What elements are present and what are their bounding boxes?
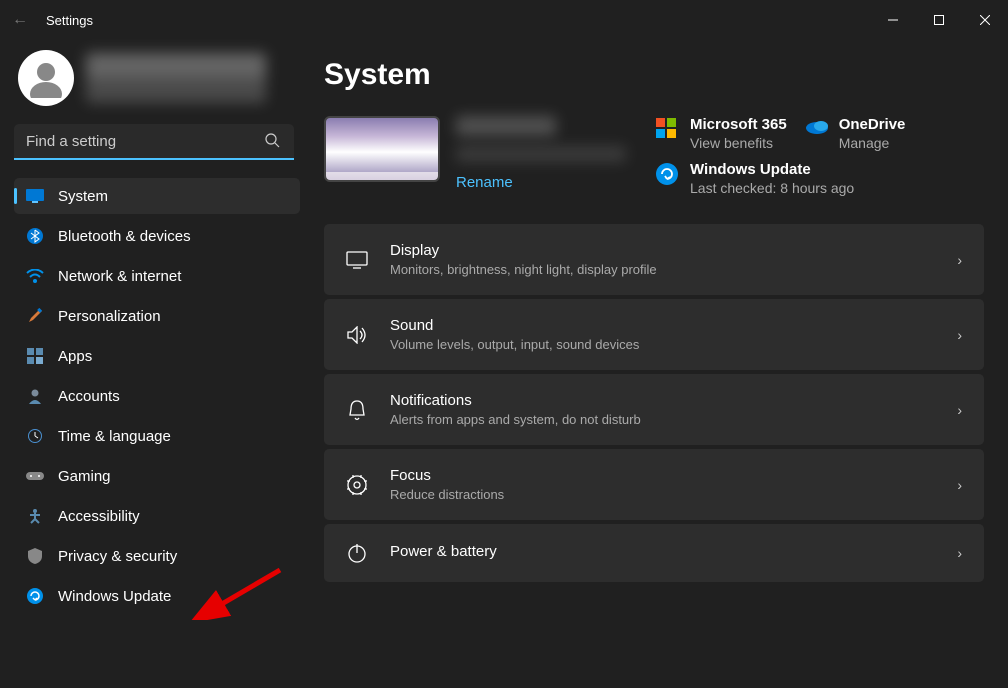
update-icon [656, 163, 678, 185]
setting-title: Notifications [390, 392, 935, 409]
nav-list: System Bluetooth & devices Network & int… [14, 178, 300, 614]
onedrive-icon [805, 118, 827, 140]
nav-item-apps[interactable]: Apps [14, 338, 300, 374]
setting-sub: Reduce distractions [390, 487, 935, 502]
settings-list: Display Monitors, brightness, night light… [324, 224, 984, 582]
card-sub: Last checked: 8 hours ago [690, 180, 854, 196]
card-title: Microsoft 365 [690, 116, 787, 133]
search-icon [265, 133, 280, 148]
sidebar: System Bluetooth & devices Network & int… [0, 40, 310, 688]
main-content: System Rename Microsoft 365 View benefit… [310, 40, 1008, 688]
accounts-icon [26, 387, 44, 405]
setting-title: Power & battery [390, 543, 935, 560]
setting-focus[interactable]: Focus Reduce distractions › [324, 449, 984, 520]
nav-label: Gaming [58, 468, 111, 485]
chevron-right-icon: › [957, 545, 962, 561]
system-icon [26, 187, 44, 205]
nav-label: Bluetooth & devices [58, 228, 191, 245]
info-row: Rename Microsoft 365 View benefits OneDr… [324, 116, 984, 196]
power-icon [346, 542, 368, 564]
nav-item-personalization[interactable]: Personalization [14, 298, 300, 334]
user-profile[interactable] [14, 50, 300, 106]
nav-label: Personalization [58, 308, 161, 325]
card-sub: Manage [839, 135, 906, 151]
nav-item-gaming[interactable]: Gaming [14, 458, 300, 494]
chevron-right-icon: › [957, 477, 962, 493]
device-name-redacted [456, 116, 556, 136]
apps-icon [26, 347, 44, 365]
card-windows-update[interactable]: Windows Update Last checked: 8 hours ago [656, 161, 854, 196]
device-info: Rename [324, 116, 626, 191]
search-input[interactable] [14, 124, 294, 160]
app-title: Settings [46, 13, 93, 28]
maximize-button[interactable] [916, 0, 962, 40]
chevron-right-icon: › [957, 327, 962, 343]
sound-icon [346, 324, 368, 346]
window-controls [870, 0, 1008, 40]
avatar [18, 50, 74, 106]
setting-power[interactable]: Power & battery › [324, 524, 984, 582]
bluetooth-icon [26, 227, 44, 245]
card-title: Windows Update [690, 161, 854, 178]
setting-title: Sound [390, 317, 935, 334]
rename-link[interactable]: Rename [456, 174, 626, 191]
gaming-icon [26, 467, 44, 485]
nav-label: Windows Update [58, 588, 171, 605]
nav-item-bluetooth[interactable]: Bluetooth & devices [14, 218, 300, 254]
nav-item-time-language[interactable]: Time & language [14, 418, 300, 454]
nav-item-network[interactable]: Network & internet [14, 258, 300, 294]
setting-sub: Alerts from apps and system, do not dist… [390, 412, 935, 427]
nav-item-windows-update[interactable]: Windows Update [14, 578, 300, 614]
card-title: OneDrive [839, 116, 906, 133]
nav-label: System [58, 188, 108, 205]
back-icon[interactable]: ← [12, 11, 28, 29]
nav-label: Privacy & security [58, 548, 177, 565]
nav-label: Accessibility [58, 508, 140, 525]
nav-label: Network & internet [58, 268, 181, 285]
ms365-icon [656, 118, 678, 140]
card-onedrive[interactable]: OneDrive Manage [805, 116, 935, 151]
wifi-icon [26, 267, 44, 285]
nav-item-accounts[interactable]: Accounts [14, 378, 300, 414]
titlebar: ← Settings [0, 0, 1008, 40]
brush-icon [26, 307, 44, 325]
setting-sub: Volume levels, output, input, sound devi… [390, 337, 935, 352]
page-title: System [324, 58, 984, 92]
close-button[interactable] [962, 0, 1008, 40]
chevron-right-icon: › [957, 402, 962, 418]
card-microsoft365[interactable]: Microsoft 365 View benefits [656, 116, 787, 151]
nav-item-privacy[interactable]: Privacy & security [14, 538, 300, 574]
setting-sound[interactable]: Sound Volume levels, output, input, sound… [324, 299, 984, 370]
update-icon [26, 587, 44, 605]
nav-item-accessibility[interactable]: Accessibility [14, 498, 300, 534]
setting-title: Focus [390, 467, 935, 484]
nav-item-system[interactable]: System [14, 178, 300, 214]
card-sub: View benefits [690, 135, 787, 151]
accessibility-icon [26, 507, 44, 525]
setting-display[interactable]: Display Monitors, brightness, night light… [324, 224, 984, 295]
device-thumbnail [324, 116, 440, 182]
nav-label: Apps [58, 348, 92, 365]
shield-icon [26, 547, 44, 565]
chevron-right-icon: › [957, 252, 962, 268]
device-sub-redacted [456, 146, 626, 162]
setting-sub: Monitors, brightness, night light, displ… [390, 262, 935, 277]
setting-notifications[interactable]: Notifications Alerts from apps and system… [324, 374, 984, 445]
nav-label: Time & language [58, 428, 171, 445]
setting-title: Display [390, 242, 935, 259]
bell-icon [346, 399, 368, 421]
minimize-button[interactable] [870, 0, 916, 40]
focus-icon [346, 474, 368, 496]
nav-label: Accounts [58, 388, 120, 405]
display-icon [346, 249, 368, 271]
clock-icon [26, 427, 44, 445]
user-name-redacted [86, 53, 266, 103]
